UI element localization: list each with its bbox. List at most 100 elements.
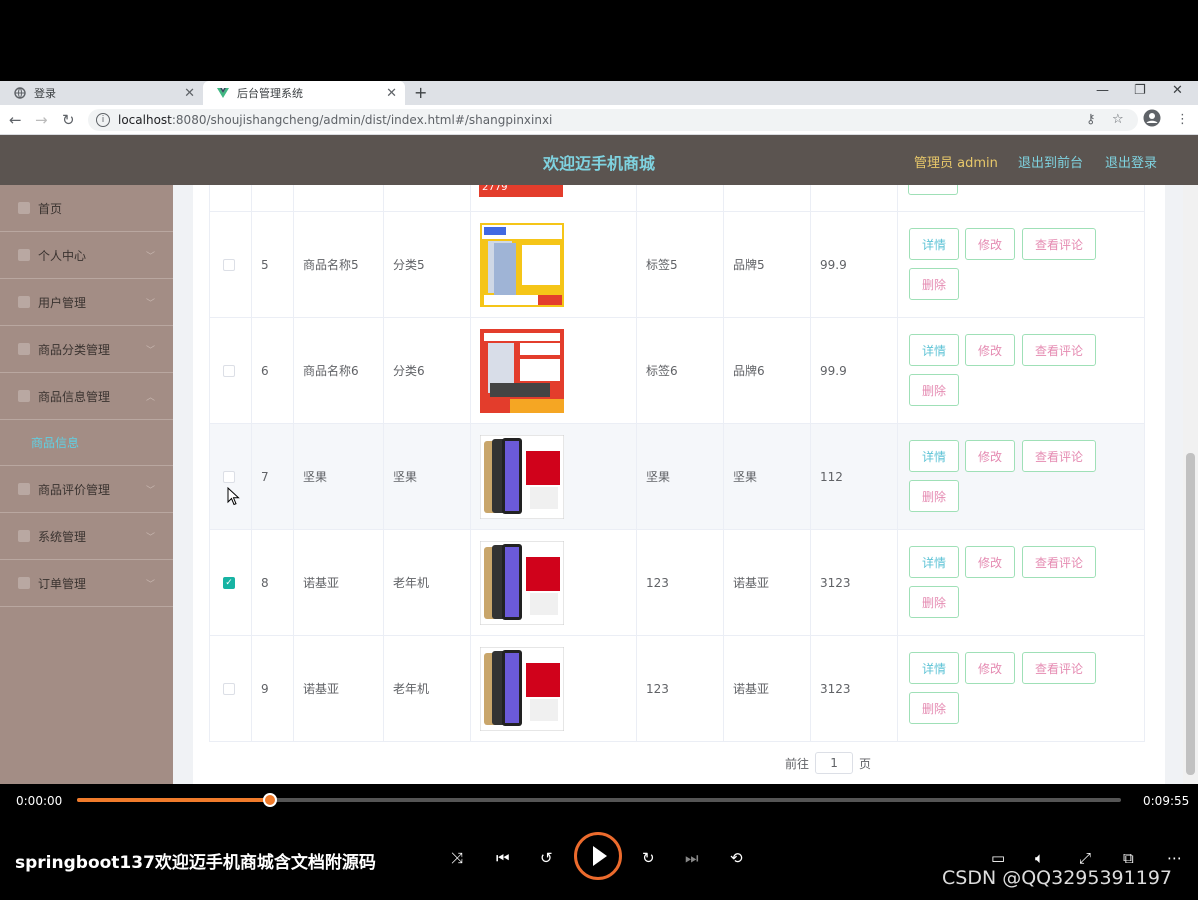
info-icon[interactable]: i — [96, 113, 110, 127]
sidebar-item-categories[interactable]: 商品分类管理 ﹀ — [0, 326, 173, 373]
next-icon[interactable]: ⏭ — [685, 849, 699, 867]
fullscreen-icon[interactable]: ⤢ — [1079, 849, 1091, 867]
users-icon — [18, 296, 30, 308]
name-cell-text: 诺基亚 — [303, 576, 340, 590]
delete-button[interactable]: 删除 — [909, 692, 959, 724]
previous-icon[interactable]: ⏮ — [496, 849, 510, 867]
view-comments-button[interactable]: 查看评论 — [1022, 652, 1096, 684]
progress-knob[interactable] — [263, 793, 278, 807]
sidebar-item-label: 商品评价管理 — [38, 482, 111, 497]
price-cell: 112 — [811, 424, 898, 529]
checkbox-cell: ✓ — [210, 530, 252, 635]
category-cell: 坚果 — [384, 424, 471, 529]
detail-button[interactable]: 详情 — [909, 546, 959, 578]
play-icon — [593, 846, 607, 866]
forward-30-icon[interactable]: ↻ — [642, 849, 655, 867]
progress-bar[interactable] — [77, 793, 1121, 807]
detail-button[interactable]: 详情 — [909, 652, 959, 684]
tab-login[interactable]: 登录 ✕ — [0, 81, 203, 105]
profile-icon[interactable] — [1143, 109, 1161, 131]
row-checkbox[interactable]: ✓ — [223, 576, 235, 589]
delete-button[interactable]: 删除 — [909, 268, 959, 300]
sidebar-item-system[interactable]: 系统管理 ﹀ — [0, 513, 173, 560]
view-comments-button[interactable]: 查看评论 — [1022, 334, 1096, 366]
tab-admin[interactable]: 后台管理系统 ✕ — [203, 81, 405, 105]
view-comments-button[interactable]: 查看评论 — [1022, 228, 1096, 260]
logout-link[interactable]: 退出登录 — [1105, 152, 1157, 171]
name-cell-text: 坚果 — [303, 470, 328, 484]
row-checkbox[interactable] — [223, 258, 235, 271]
edit-button[interactable]: 修改 — [965, 334, 1015, 366]
mini-player-icon[interactable]: ⧉ — [1123, 849, 1134, 867]
edit-button[interactable]: 修改 — [965, 228, 1015, 260]
sidebar-item-orders[interactable]: 订单管理 ﹀ — [0, 560, 173, 607]
play-button[interactable] — [574, 832, 622, 880]
delete-button[interactable]: 删除 — [909, 480, 959, 512]
minimize-icon[interactable]: — — [1096, 83, 1109, 98]
edit-button[interactable]: 修改 — [965, 652, 1015, 684]
url-field[interactable]: i localhost:8080/shoujishangcheng/admin/… — [88, 109, 1138, 131]
detail-button[interactable]: 详情 — [909, 334, 959, 366]
back-icon[interactable]: ← — [9, 111, 22, 129]
brand-cell: 品牌5 — [724, 212, 811, 317]
table-row: 9 诺基亚 老年机 123 诺基亚 3123 详情 修改 查看评论 删除 — [209, 636, 1145, 742]
repeat-off-icon[interactable]: ⟲ — [730, 849, 743, 867]
scrollbar-thumb[interactable] — [1186, 453, 1195, 775]
sidebar-subitem-product-info[interactable]: 商品信息 — [0, 420, 173, 466]
subtitles-icon[interactable]: ▭ — [991, 849, 1005, 867]
window-close-icon[interactable]: ✕ — [1172, 83, 1183, 98]
edit-button[interactable]: 修改 — [965, 440, 1015, 472]
address-bar: ← → ↻ i localhost:8080/shoujishangcheng/… — [0, 105, 1198, 135]
video-title: springboot137欢迎迈手机商城含文档附源码 — [15, 853, 376, 873]
mouse-cursor-icon — [227, 487, 240, 506]
close-icon[interactable]: ✕ — [386, 86, 397, 101]
view-comments-button[interactable]: 查看评论 — [1022, 546, 1096, 578]
sidebar-item-products[interactable]: 商品信息管理 ︿ — [0, 373, 173, 420]
close-icon[interactable]: ✕ — [184, 86, 195, 101]
product-image — [479, 646, 565, 731]
id-cell-text: 7 — [261, 469, 269, 484]
tag-cell: 坚果 — [637, 424, 724, 529]
total-time: 0:09:55 — [1143, 794, 1190, 808]
more-icon[interactable]: ⋯ — [1167, 849, 1182, 867]
tag-cell: 123 — [637, 636, 724, 741]
edit-button[interactable]: 修改 — [965, 546, 1015, 578]
restore-icon[interactable]: ❐ — [1134, 83, 1146, 98]
detail-button[interactable]: 详情 — [909, 440, 959, 472]
row-checkbox[interactable] — [223, 470, 235, 483]
volume-icon[interactable]: 🔈︎ — [1035, 849, 1044, 867]
category-cell: 老年机 — [384, 636, 471, 741]
back-to-front-link[interactable]: 退出到前台 — [1018, 152, 1083, 171]
product-image: 2779 — [479, 185, 563, 197]
more-menu-icon[interactable]: ⋮ — [1176, 112, 1189, 127]
price-cell: 99.9 — [811, 212, 898, 317]
page-input[interactable]: 1 — [815, 752, 854, 774]
star-icon[interactable]: ☆ — [1112, 112, 1124, 127]
checkbox-cell — [210, 424, 252, 529]
key-icon[interactable]: ⚷ — [1086, 112, 1096, 127]
sidebar-item-label: 订单管理 — [38, 576, 87, 591]
sidebar-item-reviews[interactable]: 商品评价管理 ﹀ — [0, 466, 173, 513]
delete-button[interactable]: 删除 — [909, 374, 959, 406]
price-cell-text: 3123 — [820, 681, 851, 696]
shuffle-icon[interactable]: ⤨ — [451, 849, 463, 867]
reload-icon[interactable]: ↻ — [62, 111, 75, 129]
new-tab-icon[interactable]: + — [414, 83, 427, 102]
forward-icon[interactable]: → — [35, 111, 48, 129]
sidebar-item-users[interactable]: 用户管理 ﹀ — [0, 279, 173, 326]
delete-button[interactable]: 删除 — [909, 586, 959, 618]
row-checkbox[interactable] — [223, 364, 235, 377]
brand-cell-text: 坚果 — [733, 470, 758, 484]
tag-cell-text: 123 — [646, 681, 669, 696]
delete-button[interactable] — [908, 185, 958, 195]
sidebar-item-home[interactable]: 首页 — [0, 185, 173, 232]
scrollbar[interactable] — [1183, 185, 1198, 784]
row-checkbox[interactable] — [223, 682, 235, 695]
sidebar-item-label: 个人中心 — [38, 248, 87, 263]
checkbox-cell — [210, 212, 252, 317]
detail-button[interactable]: 详情 — [909, 228, 959, 260]
id-cell-text: 5 — [261, 257, 269, 272]
sidebar-item-personal[interactable]: 个人中心 ﹀ — [0, 232, 173, 279]
view-comments-button[interactable]: 查看评论 — [1022, 440, 1096, 472]
rewind-10-icon[interactable]: ↺ — [540, 849, 553, 867]
